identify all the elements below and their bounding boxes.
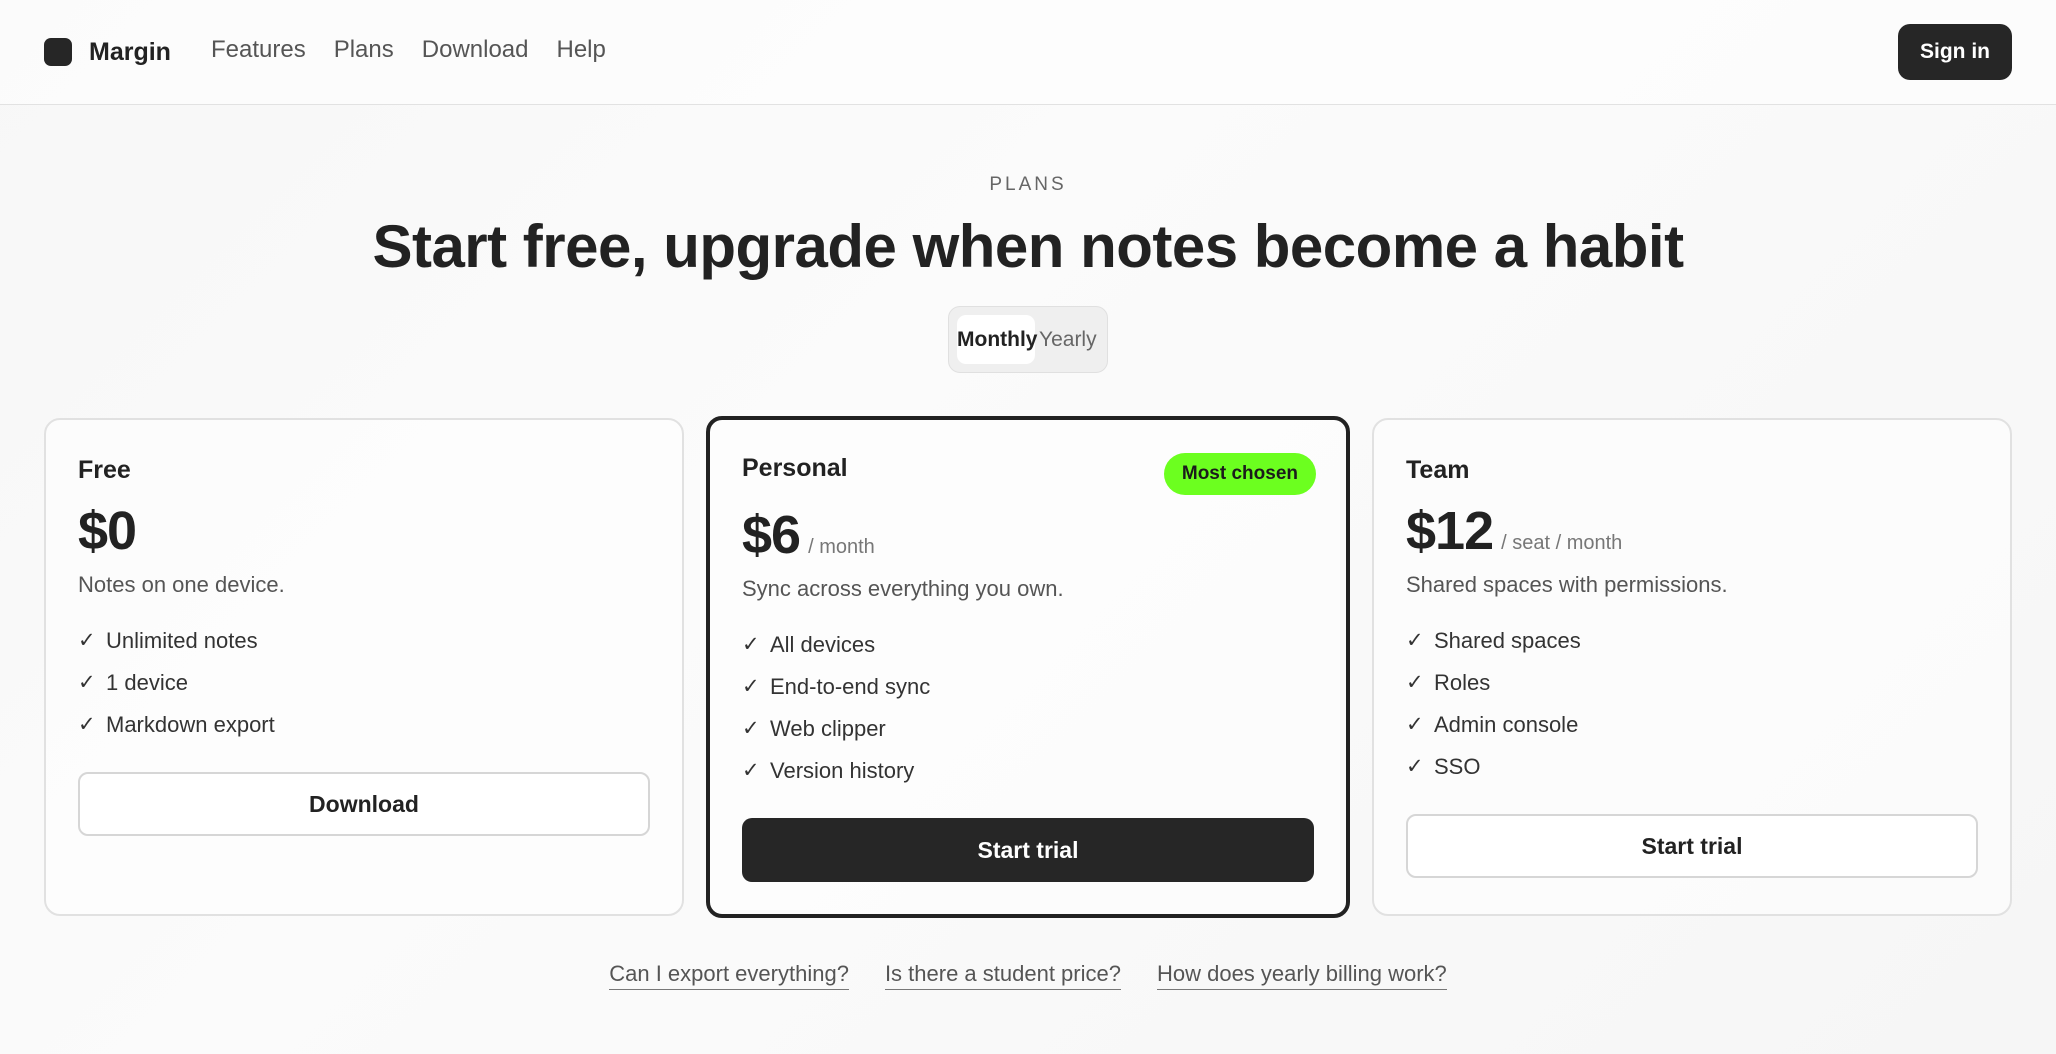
feature-label: Shared spaces	[1434, 628, 1581, 653]
faq-link-student-price[interactable]: Is there a student price?	[884, 960, 1121, 990]
feature-label: Unlimited notes	[106, 628, 258, 653]
plan-name: Personal	[742, 454, 848, 482]
billing-toggle: Monthly Yearly	[948, 306, 1108, 373]
page-title: Start free, upgrade when notes become a …	[372, 213, 1684, 280]
feature-item: ✓ Unlimited notes	[78, 626, 275, 668]
price-row: $12 / seat / month	[1406, 500, 1622, 562]
nav-link-help[interactable]: Help	[557, 34, 606, 66]
price-row: $6 / month	[742, 504, 875, 566]
feature-list: ✓ Shared spaces ✓ Roles ✓ Admin console ✓ SS…	[1406, 626, 1581, 794]
start-trial-button[interactable]: Start trial	[1406, 814, 1978, 878]
nav-link-plans[interactable]: Plans	[334, 34, 394, 66]
faq-link-export[interactable]: Can I export everything?	[609, 960, 849, 990]
plan-name: Team	[1406, 456, 1470, 484]
brand[interactable]: Margin	[44, 38, 171, 66]
feature-label: Version history	[770, 758, 915, 783]
plan-description: Shared spaces with permissions.	[1406, 572, 1728, 597]
feature-label: SSO	[1434, 754, 1481, 779]
plan-price: $6	[742, 505, 801, 565]
check-icon: ✓	[742, 717, 760, 740]
check-icon: ✓	[78, 671, 96, 694]
most-chosen-badge: Most chosen	[1163, 453, 1316, 495]
check-icon: ✓	[1406, 671, 1424, 694]
check-icon: ✓	[742, 675, 760, 698]
faq-links: Can I export everything? Is there a stud…	[0, 960, 2056, 990]
feature-list: ✓ Unlimited notes ✓ 1 device ✓ Markdown exp…	[78, 626, 275, 752]
check-icon: ✓	[1406, 713, 1424, 736]
plan-description: Notes on one device.	[78, 572, 285, 597]
feature-item: ✓ Roles	[1406, 668, 1581, 710]
feature-item: ✓ Web clipper	[742, 714, 930, 756]
nav-link-download[interactable]: Download	[422, 34, 529, 66]
feature-label: Admin console	[1434, 712, 1579, 737]
start-trial-button[interactable]: Start trial	[742, 818, 1314, 882]
feature-item: ✓ Shared spaces	[1406, 626, 1581, 668]
toggle-yearly[interactable]: Yearly	[1039, 307, 1097, 372]
check-icon: ✓	[742, 633, 760, 656]
nav-link-features[interactable]: Features	[211, 34, 306, 66]
check-icon: ✓	[78, 713, 96, 736]
feature-label: Roles	[1434, 670, 1491, 695]
feature-item: ✓ 1 device	[78, 668, 275, 710]
sign-in-button[interactable]: Sign in	[1898, 24, 2012, 80]
plan-card-personal: Personal Most chosen $6 / month Sync acr…	[706, 416, 1350, 918]
top-nav: Margin Features Plans Download Help Sign…	[0, 0, 2056, 105]
plan-price: $12	[1406, 501, 1494, 561]
plan-name: Free	[78, 456, 131, 484]
feature-item: ✓ Admin console	[1406, 710, 1581, 752]
plan-card-free: Free $0 Notes on one device. ✓ Unlimited …	[44, 418, 684, 916]
feature-item: ✓ All devices	[742, 630, 930, 672]
plan-period: / month	[808, 536, 875, 558]
section-eyebrow: PLANS	[989, 174, 1067, 195]
feature-label: All devices	[770, 632, 876, 657]
plan-period: / seat / month	[1501, 532, 1623, 554]
plan-description: Sync across everything you own.	[742, 576, 1064, 601]
check-icon: ✓	[742, 759, 760, 782]
toggle-monthly[interactable]: Monthly	[957, 307, 1037, 372]
feature-item: ✓ Markdown export	[78, 710, 275, 752]
plan-card-team: Team $12 / seat / month Shared spaces wi…	[1372, 418, 2012, 916]
plan-price: $0	[78, 501, 137, 561]
nav-links: Features Plans Download Help	[211, 34, 606, 66]
feature-label: Web clipper	[770, 716, 886, 741]
brand-name: Margin	[89, 37, 171, 66]
feature-item: ✓ SSO	[1406, 752, 1581, 794]
feature-label: Markdown export	[106, 712, 275, 737]
feature-label: 1 device	[106, 670, 188, 695]
feature-item: ✓ End-to-end sync	[742, 672, 930, 714]
feature-item: ✓ Version history	[742, 756, 930, 798]
feature-list: ✓ All devices ✓ End-to-end sync ✓ Web clipp…	[742, 630, 930, 798]
check-icon: ✓	[78, 629, 96, 652]
check-icon: ✓	[1406, 755, 1424, 778]
check-icon: ✓	[1406, 629, 1424, 652]
feature-label: End-to-end sync	[770, 674, 931, 699]
logo-icon	[44, 38, 72, 66]
faq-link-yearly-billing[interactable]: How does yearly billing work?	[1156, 960, 1447, 990]
price-row: $0	[78, 500, 137, 562]
download-button[interactable]: Download	[78, 772, 650, 836]
